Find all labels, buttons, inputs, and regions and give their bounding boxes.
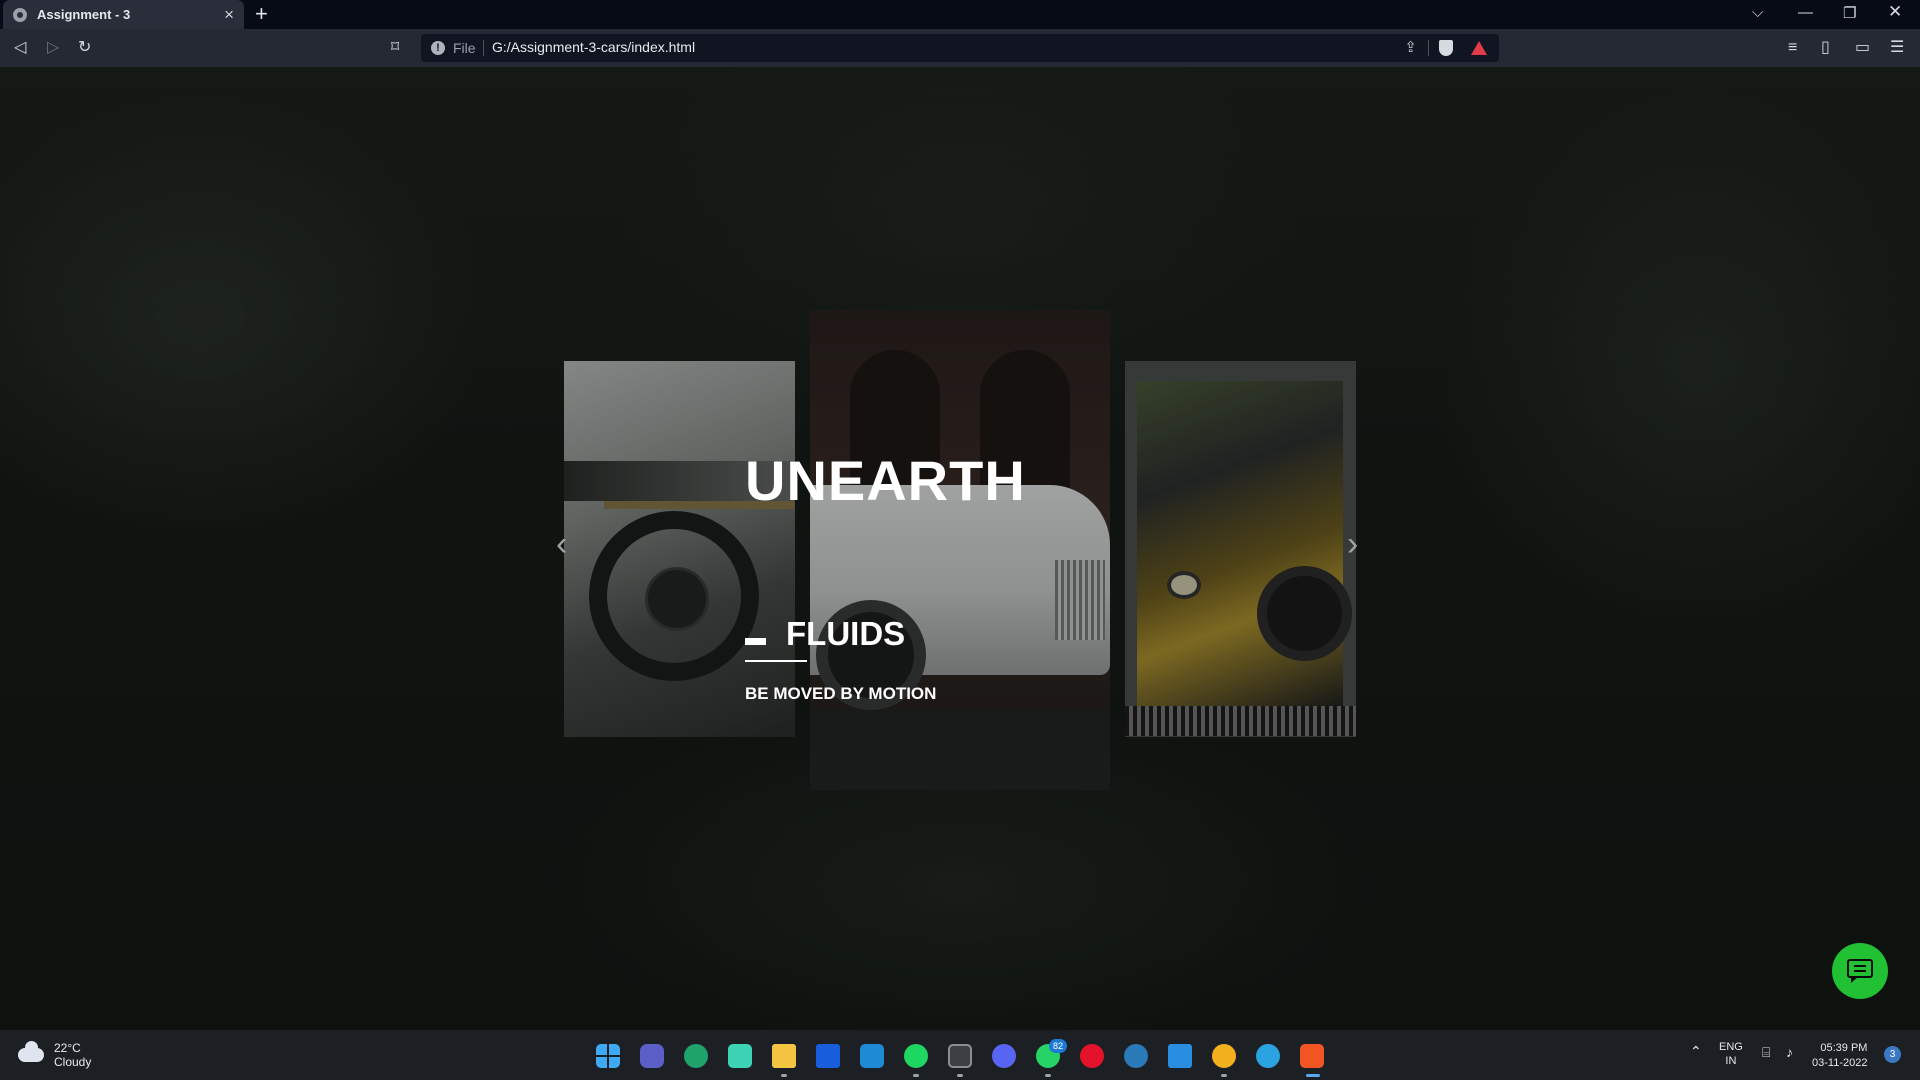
running-indicator: [957, 1074, 963, 1077]
active-indicator: [1306, 1074, 1320, 1077]
telegram-icon[interactable]: [1256, 1044, 1280, 1068]
screen: Assignment - 3 × + ⌵ — ❐ ✕ ◁ ▷ ↻ ⌑ ! Fil…: [0, 0, 1920, 1080]
running-indicator: [781, 1074, 787, 1077]
notification-count-badge[interactable]: 3: [1884, 1046, 1901, 1063]
browser-titlebar: Assignment - 3 × + ⌵ — ❐ ✕: [0, 0, 1920, 29]
clipchamp-icon[interactable]: [728, 1044, 752, 1068]
network-icon[interactable]: ⌸: [1762, 1045, 1770, 1059]
hero-tagline: BE MOVED BY MOTION: [745, 684, 937, 703]
wallet-icon[interactable]: ▭: [1855, 38, 1870, 58]
spotify-icon[interactable]: [904, 1044, 928, 1068]
hero-dash: [745, 638, 766, 645]
browser-tab[interactable]: Assignment - 3 ×: [3, 0, 244, 29]
brave-rewards-icon[interactable]: [1471, 41, 1487, 55]
share-icon[interactable]: ⇪: [1404, 38, 1417, 56]
forward-icon[interactable]: ▷: [47, 38, 59, 58]
hero-underline: [745, 660, 807, 662]
url-text[interactable]: G:/Assignment-3-cars/index.html: [492, 39, 695, 55]
system-clock[interactable]: 05:39 PM 03-11-2022: [1812, 1041, 1867, 1071]
next-slide-arrow-icon[interactable]: ›: [1347, 527, 1358, 561]
whatsapp-badge: 82: [1049, 1039, 1067, 1053]
region-code: IN: [1725, 1055, 1737, 1067]
weather-condition: Cloudy: [54, 1055, 92, 1069]
steering-wheel-image: [589, 511, 759, 681]
windows-start-icon[interactable]: [596, 1044, 620, 1068]
chat-icon-tail: [1851, 977, 1858, 983]
menu-icon[interactable]: ☰: [1890, 38, 1904, 58]
cloud-icon: [18, 1041, 44, 1062]
steam-icon[interactable]: [1124, 1044, 1148, 1068]
weather-widget[interactable]: 22°C Cloudy: [18, 1041, 91, 1069]
hero-subtitle: FLUIDS: [786, 615, 906, 652]
grille-stripes: [1125, 706, 1356, 736]
weather-temp: 22°C: [54, 1041, 81, 1055]
car-grille: [1055, 560, 1105, 640]
terminal-icon[interactable]: [948, 1044, 972, 1068]
headlamp-shape: [1167, 571, 1201, 599]
brave-shields-icon[interactable]: [1439, 40, 1453, 56]
close-window-icon[interactable]: ✕: [1888, 2, 1902, 22]
volume-icon[interactable]: ♪: [1786, 1045, 1793, 1059]
brave-icon[interactable]: [1300, 1044, 1324, 1068]
back-icon[interactable]: ◁: [14, 38, 26, 58]
tab-search-chevron-icon[interactable]: ⌵: [1752, 4, 1763, 21]
language-indicator[interactable]: ENG IN: [1719, 1040, 1743, 1068]
edge-icon[interactable]: [684, 1044, 708, 1068]
running-indicator: [913, 1074, 919, 1077]
gold-car-wheel: [1257, 566, 1352, 661]
slide-card-center[interactable]: [810, 310, 1110, 790]
reload-icon[interactable]: ↻: [78, 38, 91, 58]
running-indicator: [1045, 1074, 1051, 1077]
chat-icon: [1847, 959, 1873, 978]
clock-time: 05:39 PM: [1820, 1042, 1868, 1054]
url-scheme: File: [453, 40, 476, 56]
page-background: ‹ › UNEARTH FLUIDS BE MOVED BY MOTION: [0, 67, 1920, 1030]
chrome-icon[interactable]: [1212, 1044, 1236, 1068]
restore-icon[interactable]: ❐: [1843, 4, 1856, 22]
tab-title: Assignment - 3: [37, 7, 131, 22]
playlist-icon[interactable]: ≡: [1788, 38, 1797, 58]
chat-button[interactable]: [1832, 943, 1888, 999]
new-tab-button[interactable]: +: [255, 3, 268, 25]
prev-slide-arrow-icon[interactable]: ‹: [556, 527, 567, 561]
address-bar[interactable]: ! File G:/Assignment-3-cars/index.html ⇪: [421, 34, 1499, 62]
browser-toolbar: ◁ ▷ ↻ ⌑ ! File G:/Assignment-3-cars/inde…: [0, 29, 1920, 67]
windows-taskbar: 22°C Cloudy ⌃ ENG IN ⌸ ♪ 05:39 PM 03-11-…: [0, 1030, 1920, 1080]
opera-icon[interactable]: [1080, 1044, 1104, 1068]
file-explorer-icon[interactable]: [772, 1044, 796, 1068]
slide-card-left[interactable]: [564, 361, 795, 737]
hero-title: UNEARTH: [745, 449, 1026, 512]
tab-favicon-icon: [13, 7, 27, 22]
discord-icon[interactable]: [992, 1044, 1016, 1068]
mail-icon[interactable]: [1168, 1044, 1192, 1068]
minimize-icon[interactable]: —: [1798, 4, 1813, 21]
gold-car-image: [1137, 381, 1352, 706]
ground-shape: [810, 710, 1110, 790]
running-indicator: [1221, 1074, 1227, 1077]
close-tab-icon[interactable]: ×: [224, 6, 234, 23]
clock-date: 03-11-2022: [1812, 1057, 1868, 1069]
address-divider-2: [1428, 40, 1429, 56]
teams-icon[interactable]: [640, 1044, 664, 1068]
bookmark-icon[interactable]: ⌑: [391, 38, 399, 58]
vscode-icon[interactable]: [860, 1044, 884, 1068]
slide-card-right[interactable]: [1125, 361, 1356, 737]
bitwarden-icon[interactable]: [816, 1044, 840, 1068]
address-divider: [483, 40, 484, 56]
site-info-icon[interactable]: !: [431, 41, 445, 55]
language-code: ENG: [1719, 1041, 1743, 1053]
sidebar-icon[interactable]: ▯: [1821, 38, 1830, 58]
tray-overflow-icon[interactable]: ⌃: [1690, 1044, 1702, 1058]
